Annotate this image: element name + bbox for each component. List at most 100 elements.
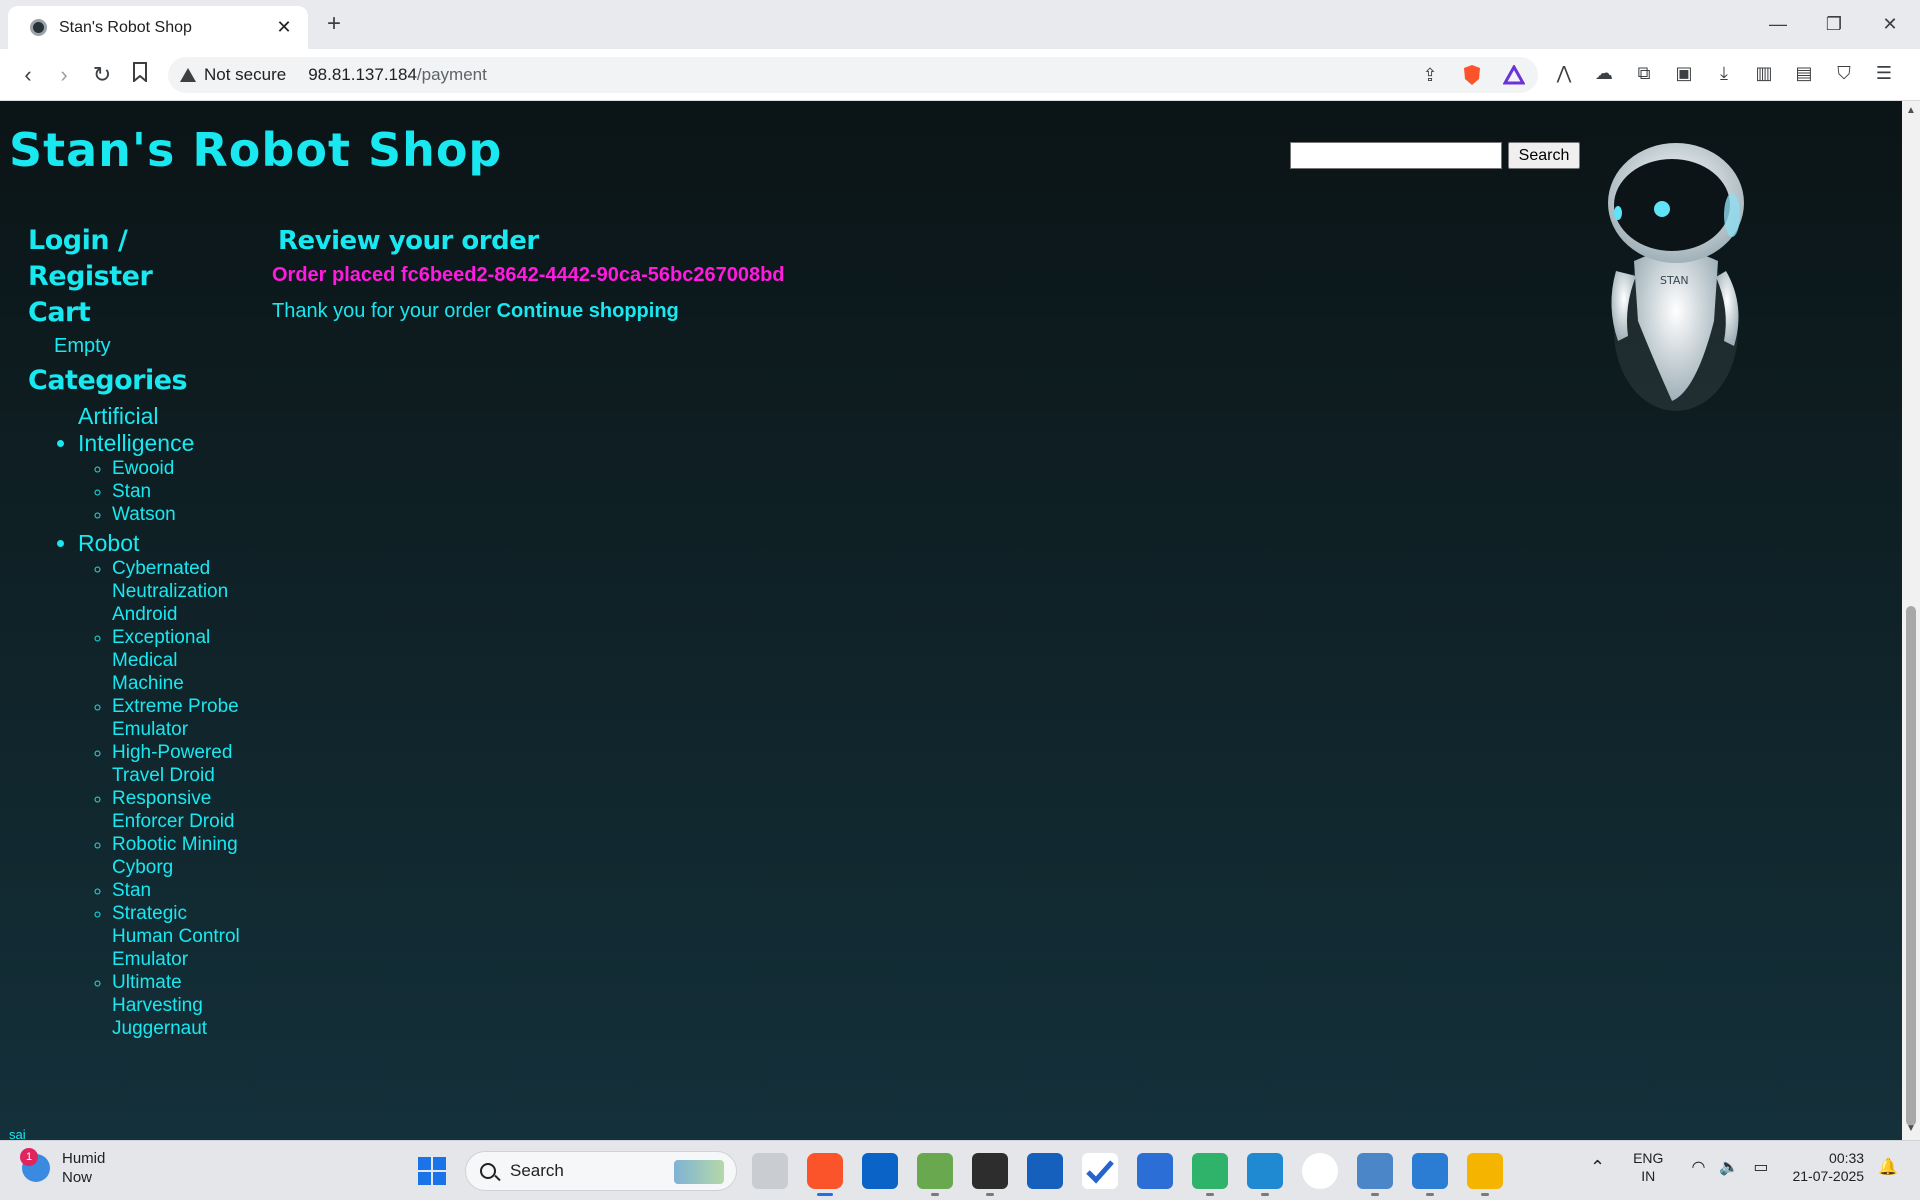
scroll-thumb[interactable] — [1906, 606, 1916, 1126]
taskbar-search[interactable]: Search — [465, 1151, 737, 1191]
sidebar-toggle-icon[interactable]: ▥ — [1752, 61, 1776, 85]
image-app-icon[interactable] — [917, 1153, 953, 1196]
security-indicator[interactable]: Not secure — [204, 65, 286, 85]
app-icon[interactable] — [1027, 1153, 1063, 1189]
taskbar-apps — [752, 1153, 1503, 1196]
brave-browser-icon[interactable] — [807, 1153, 843, 1196]
order-confirmation: Order placed fc6beed2-8642-4442-90ca-56b… — [272, 264, 785, 286]
minimize-button[interactable]: — — [1750, 0, 1806, 49]
product-link[interactable]: Extreme Probe Emulator — [112, 695, 252, 741]
weather-widget[interactable]: 1 Humid Now — [20, 1148, 106, 1187]
back-icon[interactable]: ‹ — [14, 61, 42, 89]
new-tab-button[interactable]: + — [320, 11, 348, 39]
tab-close-icon[interactable]: ✕ — [272, 17, 296, 38]
forward-icon[interactable]: › — [50, 61, 78, 89]
clock[interactable]: 00:33 21-07-2025 — [1792, 1149, 1864, 1185]
login-register-link[interactable]: Login / Register — [28, 223, 258, 295]
product-link[interactable]: High-Powered Travel Droid — [112, 741, 252, 787]
sidebar: Login / Register Cart Empty Categories A… — [28, 223, 258, 1040]
close-window-button[interactable]: ✕ — [1862, 0, 1918, 49]
tab-title: Stan's Robot Shop — [59, 18, 192, 36]
category-robot[interactable]: Robot — [78, 530, 139, 556]
product-link[interactable]: Ultimate Harvesting Juggernaut — [112, 971, 252, 1040]
product-link[interactable]: Watson — [112, 503, 252, 526]
extensions-icon[interactable]: ⧉ — [1632, 61, 1656, 85]
cloud-icon[interactable]: ☁ — [1592, 61, 1616, 85]
volume-icon[interactable]: 🔈 — [1719, 1157, 1739, 1177]
product-link[interactable]: Responsive Enforcer Droid — [112, 787, 252, 833]
clock-time: 00:33 — [1829, 1150, 1865, 1166]
product-link[interactable]: Stan — [112, 879, 252, 902]
clock-date: 21-07-2025 — [1792, 1168, 1865, 1184]
download-icon[interactable]: ⤓ — [1712, 61, 1736, 85]
product-link[interactable]: Exceptional Medical Machine — [112, 626, 252, 695]
system-tray: ⌃ ENG IN ◠ 🔈 ▭ 00:33 21-07-2025 🔔 — [1590, 1149, 1898, 1185]
chevron-up-icon[interactable]: ⌃ — [1590, 1157, 1605, 1178]
weather-title: Humid — [62, 1150, 106, 1167]
git-icon[interactable] — [1357, 1153, 1393, 1196]
category-item: Robot Cybernated Neutralization Android … — [78, 530, 258, 1040]
wifi-icon[interactable]: ◠ — [1691, 1157, 1705, 1177]
bookmark-icon[interactable] — [126, 61, 154, 89]
product-link[interactable]: Cybernated Neutralization Android — [112, 557, 252, 626]
notepad-icon[interactable] — [1412, 1153, 1448, 1196]
vpn-icon[interactable]: ⛉ — [1832, 61, 1856, 85]
search-button[interactable]: Search — [1508, 142, 1580, 169]
cart-status: Empty — [54, 335, 111, 357]
address-bar[interactable]: Not secure 98.81.137.184 /payment ⇪ — [168, 57, 1538, 93]
terminal-icon[interactable] — [972, 1153, 1008, 1196]
brave-rewards-icon[interactable] — [1502, 63, 1526, 87]
thank-you-text: Thank you for your order — [272, 300, 491, 322]
robot-mascot-image: STAN — [1608, 143, 1744, 411]
product-link[interactable]: Strategic Human Control Emulator — [112, 902, 252, 971]
scroll-up-icon[interactable]: ▲ — [1905, 105, 1917, 117]
extension-a-icon[interactable]: ⋀ — [1552, 61, 1576, 85]
reload-icon[interactable]: ↻ — [88, 61, 116, 89]
reader-icon[interactable]: ▣ — [1672, 61, 1696, 85]
taskbar-search-label: Search — [510, 1161, 564, 1180]
windows-taskbar: 1 Humid Now Search ⌃ ENG IN ◠ 🔈 ▭ 00:33 … — [0, 1140, 1920, 1200]
menu-icon[interactable]: ☰ — [1872, 61, 1896, 85]
search-input[interactable] — [1290, 142, 1502, 169]
category-artificial-intelligence[interactable]: Artificial Intelligence — [78, 403, 218, 457]
continue-shopping-link[interactable]: Continue shopping — [497, 300, 679, 322]
footer-user: sai — [9, 1127, 26, 1140]
scroll-down-icon[interactable]: ▼ — [1905, 1123, 1917, 1135]
file-explorer-icon[interactable] — [1467, 1153, 1503, 1196]
notification-icon[interactable]: 🔔 — [1878, 1157, 1898, 1177]
wallet-icon[interactable]: ▤ — [1792, 61, 1816, 85]
search-icon — [480, 1163, 496, 1179]
page-title: Review your order — [278, 226, 539, 256]
page-viewport: Stan's Robot Shop Search STAN Login / Re… — [0, 101, 1902, 1140]
categories-heading: Categories — [28, 365, 188, 396]
restore-button[interactable]: ❐ — [1806, 0, 1862, 49]
weather-icon: 1 — [20, 1148, 50, 1182]
category-list: Artificial Intelligence Ewooid Stan Wats… — [78, 403, 258, 1040]
site-title[interactable]: Stan's Robot Shop — [9, 123, 502, 177]
browser-tab[interactable]: Stan's Robot Shop ✕ — [8, 6, 308, 49]
weather-subtitle: Now — [62, 1169, 93, 1186]
product-list: Ewooid Stan Watson — [112, 457, 258, 526]
warning-icon — [180, 68, 196, 82]
product-link[interactable]: Stan — [112, 480, 252, 503]
lang-code: ENG — [1633, 1150, 1664, 1166]
page-scrollbar[interactable]: ▲ ▼ — [1902, 101, 1920, 1140]
app-grid-icon[interactable] — [1192, 1153, 1228, 1196]
brave-shield-icon[interactable] — [1460, 63, 1484, 87]
vscode-icon[interactable] — [1247, 1153, 1283, 1196]
search-highlight-image — [674, 1160, 724, 1184]
task-view-icon[interactable] — [752, 1153, 788, 1189]
power-automate-icon[interactable] — [1137, 1153, 1173, 1189]
slack-icon[interactable] — [1302, 1153, 1338, 1189]
product-link[interactable]: Ewooid — [112, 457, 252, 480]
language-indicator[interactable]: ENG IN — [1633, 1149, 1663, 1185]
cart-link[interactable]: Cart — [28, 295, 258, 331]
url-path: /payment — [416, 65, 487, 84]
windows-start-icon[interactable] — [418, 1157, 446, 1185]
battery-icon[interactable]: ▭ — [1753, 1157, 1768, 1177]
share-icon[interactable]: ⇪ — [1418, 63, 1442, 87]
product-link[interactable]: Robotic Mining Cyborg — [112, 833, 252, 879]
todo-icon[interactable] — [1082, 1153, 1118, 1189]
region-code: IN — [1641, 1168, 1656, 1184]
outlook-icon[interactable] — [862, 1153, 898, 1189]
